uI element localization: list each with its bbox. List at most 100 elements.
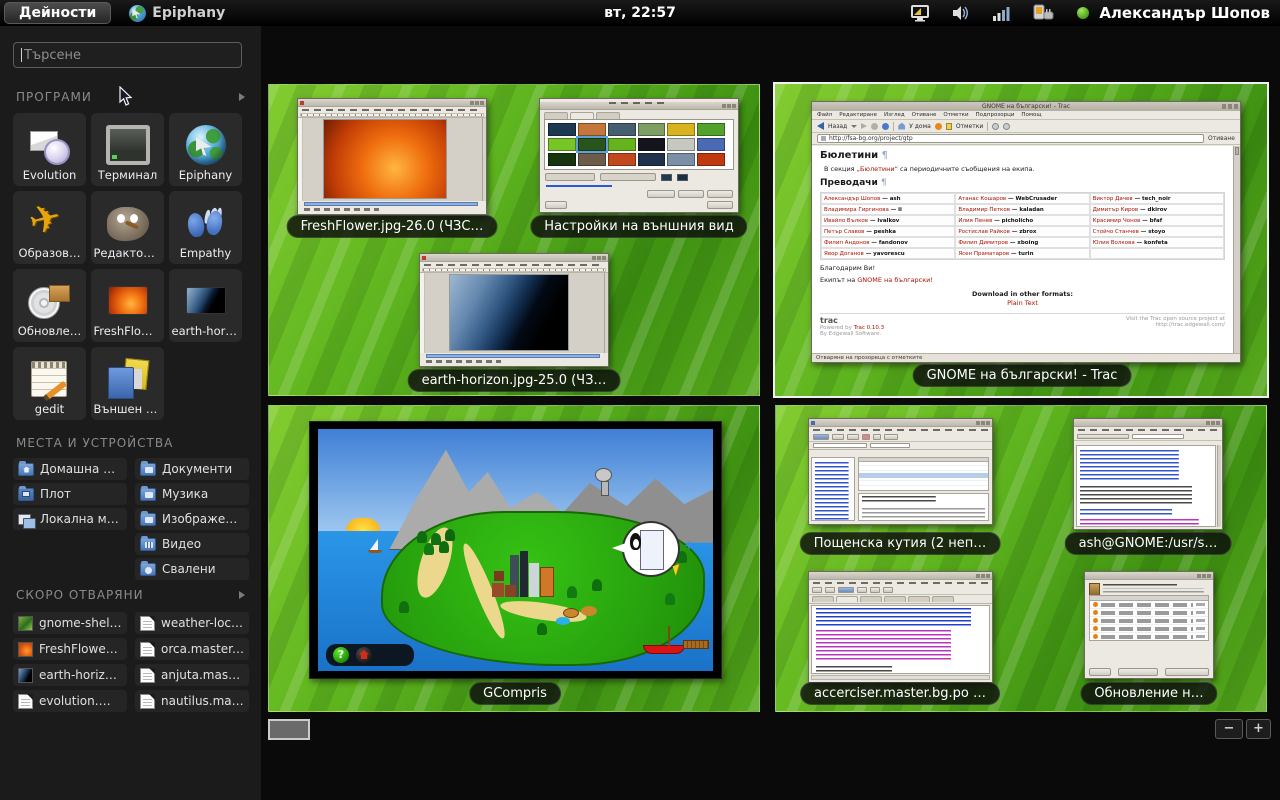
display-icon[interactable] [911, 5, 930, 22]
wallpaper-thumb[interactable] [608, 123, 636, 136]
wallpaper-thumb[interactable] [548, 123, 576, 136]
translator-link[interactable]: Ростислав Райков [958, 229, 1010, 235]
restore-button[interactable] [647, 190, 675, 198]
menu-item[interactable]: Изглед [884, 112, 905, 118]
place-item[interactable]: Изображен… [135, 508, 249, 530]
stop-icon[interactable] [871, 123, 878, 130]
translator-link[interactable]: Филип Димитров [958, 240, 1008, 246]
menu-item[interactable]: Редактиране [839, 112, 877, 118]
zoom-in-icon[interactable] [992, 123, 999, 130]
recent-item[interactable]: nautilus.mas… [135, 690, 249, 712]
wallpaper-thumb[interactable] [578, 138, 606, 151]
h-scrollbar[interactable] [304, 202, 478, 206]
window-update-manager[interactable] [1084, 571, 1214, 679]
window-label[interactable]: FreshFlower.jpg-26.0 (ЧЗС… [287, 215, 498, 238]
translator-link[interactable]: Димитър Киров [1093, 207, 1139, 213]
wallpaper-thumb[interactable] [667, 153, 695, 166]
plain-text-link[interactable]: Plain Text [820, 299, 1225, 307]
menu-item[interactable]: Отметки [943, 112, 968, 118]
recent-item[interactable]: earth-horizo… [13, 664, 127, 686]
place-item[interactable]: Документи [135, 458, 249, 480]
workspace-indicator[interactable] [268, 719, 310, 740]
team-link[interactable]: GNOME на български! [857, 276, 933, 284]
history-icon[interactable] [935, 123, 942, 130]
translator-link[interactable]: Александър Шопов [824, 196, 880, 202]
help-button[interactable] [1089, 668, 1111, 676]
help-button[interactable] [545, 201, 567, 209]
battery-icon[interactable] [1033, 4, 1055, 22]
v-scrollbar[interactable] [1233, 146, 1240, 353]
wallpaper-thumb[interactable] [667, 123, 695, 136]
back-dropdown-icon[interactable] [851, 125, 857, 128]
clock[interactable]: вт, 22:57 [604, 5, 676, 21]
recent-item[interactable]: FreshFlower… [13, 638, 127, 660]
translator-link[interactable]: Ивайло Вълков [824, 218, 868, 224]
app-tile[interactable]: Редактор … [91, 191, 164, 264]
wallpaper-thumb[interactable] [697, 123, 725, 136]
translator-link[interactable]: Илия Пенев [958, 218, 992, 224]
window-label[interactable]: Пощенска кутия (2 неп… [800, 532, 1001, 555]
translator-link[interactable]: Атанас Кошаров [958, 196, 1006, 202]
app-tile[interactable]: Epiphany [169, 113, 242, 186]
app-tile[interactable]: Външен в… [91, 347, 164, 420]
bookmarks-icon[interactable] [946, 123, 952, 130]
window-label[interactable]: GNOME на български! - Trac [913, 364, 1132, 387]
workspace-2[interactable]: GNOME на български! - Trac ФайлРедактира… [773, 82, 1269, 398]
reload-icon[interactable] [882, 123, 889, 130]
place-item[interactable]: Локална мр… [13, 508, 127, 530]
bookmarks-label[interactable]: Отметки [956, 123, 983, 130]
window-label[interactable]: GCompris [469, 682, 561, 705]
window-evolution[interactable] [808, 418, 993, 525]
window-label[interactable]: Обновление н… [1080, 682, 1217, 705]
app-menu[interactable]: Epiphany [129, 5, 225, 22]
translator-link[interactable]: Юлия Волкова [1093, 240, 1135, 246]
color-swatch[interactable] [661, 174, 672, 181]
home-button[interactable] [356, 647, 372, 663]
install-button[interactable] [1165, 668, 1209, 676]
window-gimp-freshflower[interactable] [297, 98, 487, 215]
wallpaper-thumb[interactable] [608, 138, 636, 151]
help-button[interactable]: ? [333, 647, 349, 663]
home-label[interactable]: У дома [909, 123, 931, 130]
recent-item[interactable]: gnome-shel… [13, 612, 127, 634]
window-epiphany-trac[interactable]: GNOME на български! - Trac ФайлРедактира… [811, 101, 1241, 363]
menu-item[interactable]: Подпрозорци [976, 112, 1015, 118]
app-tile[interactable]: Evolution [13, 113, 86, 186]
workspace-1[interactable]: FreshFlower.jpg-26.0 (ЧЗС… Настройки на … [268, 84, 760, 396]
network-signal-icon[interactable] [993, 6, 1011, 21]
activities-button[interactable]: Дейности [4, 2, 111, 24]
app-tile[interactable]: gedit [13, 347, 86, 420]
zoom-out-icon[interactable] [1003, 123, 1010, 130]
recent-item[interactable]: evolution.m… [13, 690, 127, 712]
wallpaper-thumb[interactable] [667, 138, 695, 151]
window-label[interactable]: accerciser.master.bg.po … [800, 682, 1000, 705]
window-label[interactable]: ash@GNOME:/usr/s… [1065, 532, 1232, 555]
menu-item[interactable]: Отиване [912, 112, 937, 118]
recent-item[interactable]: anjuta.mast… [135, 664, 249, 686]
translator-link[interactable]: Стойчо Станчев [1093, 229, 1139, 235]
translator-link[interactable]: Филип Андонов [824, 240, 869, 246]
v-scrollbar[interactable] [1217, 445, 1221, 527]
colors-dropdown[interactable] [600, 173, 656, 181]
h-scrollbar[interactable] [426, 354, 600, 358]
recent-item[interactable]: weather-loc… [135, 612, 249, 634]
remove-workspace-button[interactable]: − [1215, 719, 1243, 739]
menu-item[interactable]: Помощ [1021, 112, 1041, 118]
window-appearance[interactable] [539, 98, 739, 213]
recent-expand-icon[interactable] [239, 591, 245, 599]
forward-icon[interactable] [861, 123, 867, 129]
place-item[interactable]: Музика [135, 483, 249, 505]
activity-bubble[interactable] [622, 521, 680, 577]
wallpaper-thumb[interactable] [638, 138, 666, 151]
app-tile[interactable]: Образов… [13, 191, 86, 264]
home-icon[interactable] [898, 123, 905, 130]
workspace-3[interactable]: ? GCompris [268, 405, 760, 712]
url-input[interactable]: http://fsa-bg.org/project/gtp [817, 134, 1204, 143]
color-swatch[interactable] [677, 174, 688, 181]
wallpaper-thumb[interactable] [548, 153, 576, 166]
translator-link[interactable]: Явор Доганов [824, 251, 864, 257]
add-button[interactable] [707, 190, 733, 198]
translator-link[interactable]: Ясен Праматаров [958, 251, 1009, 257]
wallpaper-thumb[interactable] [548, 138, 576, 151]
volume-icon[interactable] [952, 5, 971, 21]
